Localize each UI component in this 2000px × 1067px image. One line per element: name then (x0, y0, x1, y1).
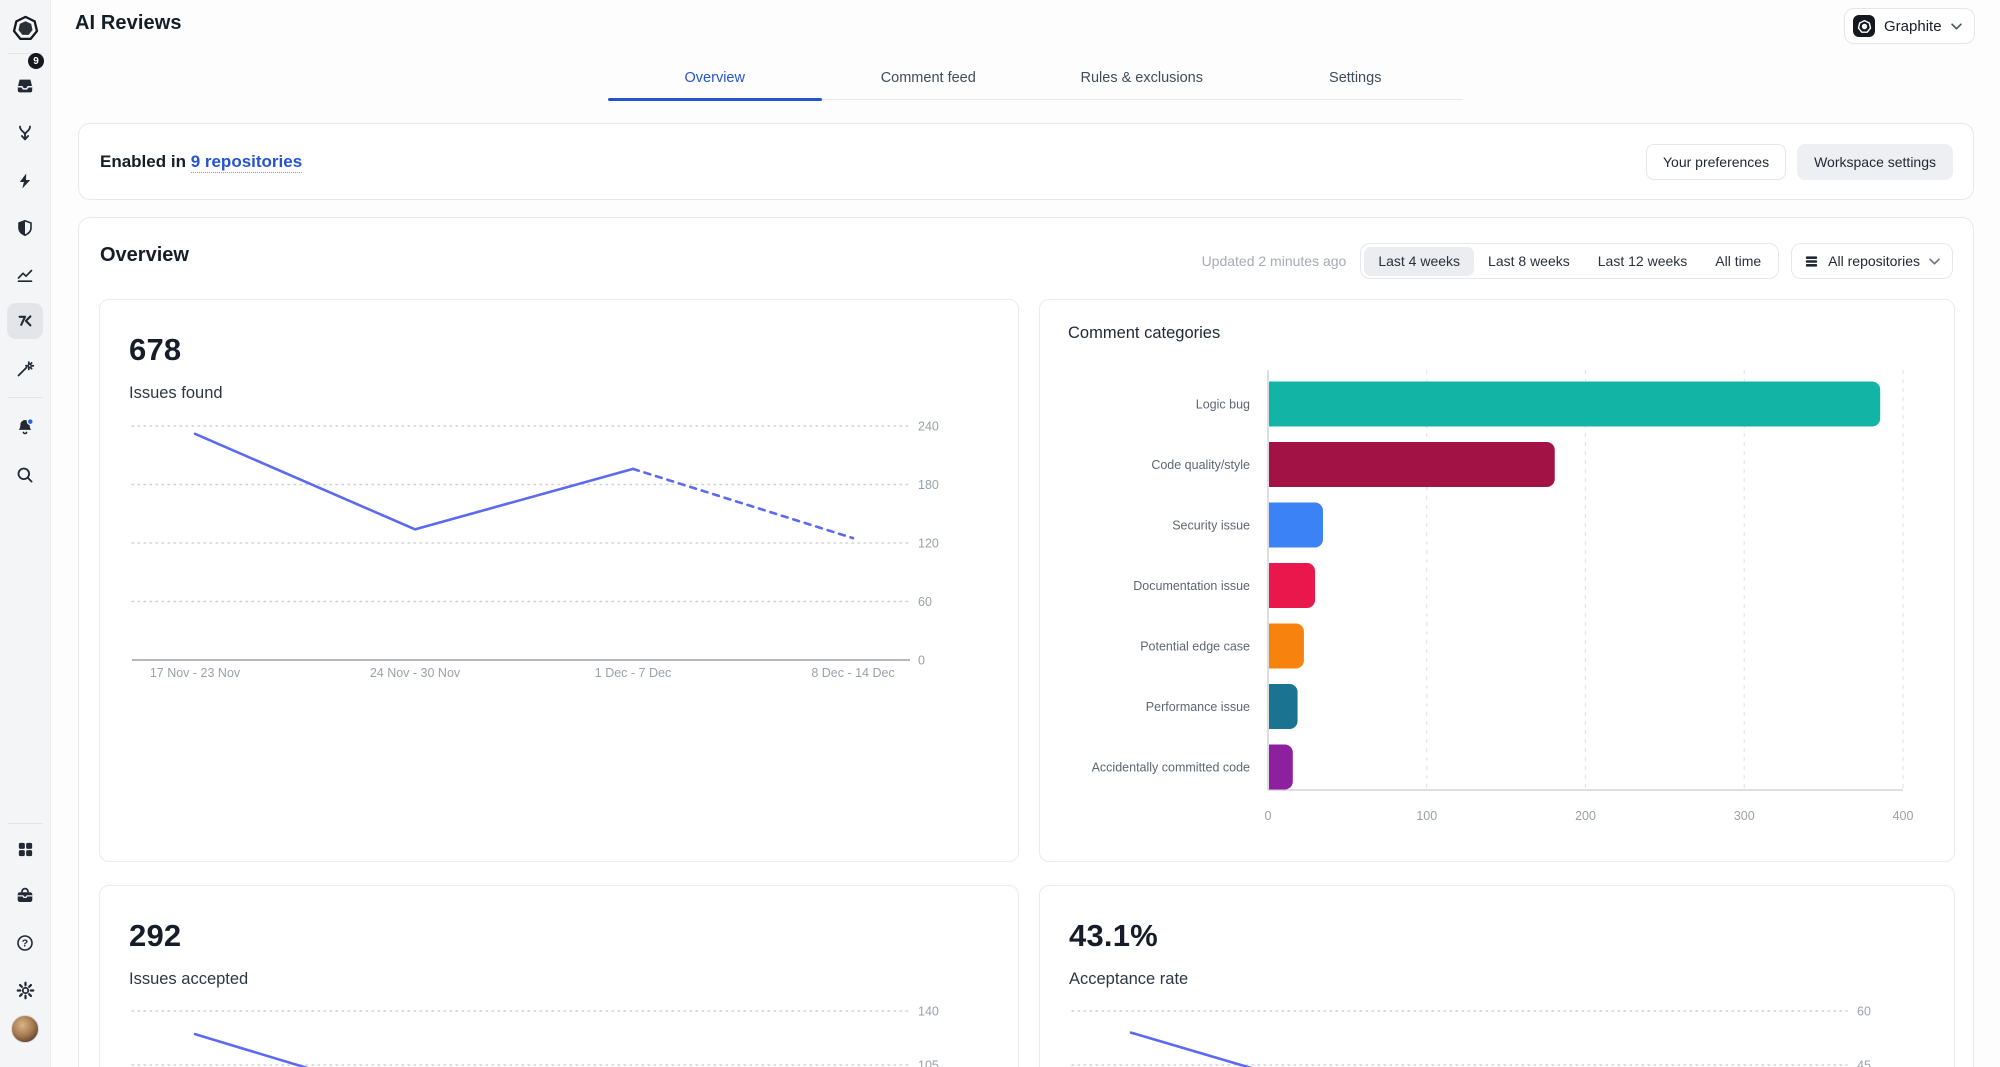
enabled-repositories-banner: Enabled in 9 repositories Your preferenc… (78, 123, 1974, 200)
acceptance-rate-line-chart: 60 45 (1071, 1005, 1871, 1067)
your-preferences-button[interactable]: Your preferences (1645, 143, 1787, 180)
comment-categories-bar-chart: 0 100 200 300 400 Logic bug Code quality/style… (1092, 370, 1914, 823)
range-last-8-weeks[interactable]: Last 8 weeks (1474, 247, 1584, 276)
graphite-logo-icon[interactable] (7, 10, 43, 46)
tab-bar: Overview Comment feed Rules & exclusions… (608, 56, 1463, 101)
workspace-name: Graphite (1884, 17, 1942, 35)
svg-text:Performance issue: Performance issue (1146, 700, 1250, 714)
workspace-switcher-button[interactable]: Graphite (1844, 8, 1975, 44)
svg-text:24 Nov - 30 Nov: 24 Nov - 30 Nov (370, 666, 461, 680)
svg-text:45: 45 (1857, 1059, 1871, 1067)
svg-text:Accidentally committed code: Accidentally committed code (1092, 761, 1250, 775)
svg-text:Logic bug: Logic bug (1196, 398, 1250, 412)
issues-accepted-card: 292 Issues accepted 140 105 (99, 885, 1019, 1067)
repositories-link[interactable]: 9 repositories (190, 151, 303, 173)
svg-text:200: 200 (1575, 809, 1596, 823)
ai-reviews-page: 9 ? AI Reviews Graphite Overview Comment… (0, 0, 2000, 1067)
workspace-settings-button[interactable]: Workspace settings (1797, 143, 1953, 180)
automations-icon[interactable] (7, 163, 43, 199)
sidebar: 9 ? (0, 0, 51, 1067)
repository-filter-value: All repositories (1828, 253, 1920, 269)
svg-text:140: 140 (918, 1005, 939, 1019)
svg-text:8 Dec - 14 Dec: 8 Dec - 14 Dec (811, 666, 894, 680)
merge-queue-icon[interactable] (7, 115, 43, 151)
graphite-mark-icon (1853, 15, 1875, 37)
svg-text:0: 0 (918, 654, 925, 668)
svg-text:120: 120 (918, 537, 939, 551)
inbox-badge: 9 (28, 53, 44, 69)
tab-rules-exclusions[interactable]: Rules & exclusions (1035, 56, 1249, 99)
insights-chart-icon[interactable] (7, 257, 43, 293)
svg-text:Documentation issue: Documentation issue (1133, 579, 1250, 593)
svg-text:Code quality/style: Code quality/style (1151, 458, 1250, 472)
sidebar-divider (8, 823, 43, 824)
tab-overview[interactable]: Overview (608, 56, 822, 101)
svg-text:Potential edge case: Potential edge case (1140, 640, 1250, 654)
sidebar-item-ai-reviews[interactable] (7, 303, 43, 339)
search-icon[interactable] (7, 457, 43, 493)
issues-found-line-chart: 240 180 120 60 0 17 Nov - 23 Nov 24 Nov - 30 N… (131, 420, 939, 680)
page-title: AI Reviews (75, 12, 182, 34)
enabled-text: Enabled in 9 repositories (100, 151, 303, 173)
settings-gear-icon[interactable] (7, 972, 43, 1008)
updated-timestamp: Updated 2 minutes ago (1201, 253, 1347, 269)
date-range-segmented-control: Last 4 weeks Last 8 weeks Last 12 weeks … (1360, 243, 1780, 279)
svg-text:100: 100 (1416, 809, 1437, 823)
overview-controls: Updated 2 minutes ago Last 4 weeks Last … (1202, 243, 1953, 279)
svg-text:180: 180 (918, 478, 939, 492)
svg-text:300: 300 (1734, 809, 1755, 823)
notifications-bell-icon[interactable] (7, 409, 43, 445)
repo-stack-icon (1806, 255, 1818, 267)
svg-text:60: 60 (918, 595, 932, 609)
acceptance-rate-card: 43.1% Acceptance rate 60 45 (1039, 885, 1955, 1067)
apps-grid-icon[interactable] (7, 831, 43, 867)
tab-settings[interactable]: Settings (1249, 56, 1463, 99)
assistant-wand-icon[interactable] (7, 351, 43, 387)
overview-title: Overview (100, 244, 189, 266)
repository-filter-dropdown[interactable]: All repositories (1791, 243, 1953, 279)
svg-text:105: 105 (918, 1059, 939, 1067)
workspace-briefcase-icon[interactable] (7, 878, 43, 914)
overview-section: Overview Updated 2 minutes ago Last 4 we… (78, 217, 1974, 1067)
svg-text:0: 0 (1265, 809, 1272, 823)
svg-text:240: 240 (918, 420, 939, 434)
sidebar-divider (8, 397, 43, 398)
svg-text:1 Dec - 7 Dec: 1 Dec - 7 Dec (595, 666, 671, 680)
tab-comment-feed[interactable]: Comment feed (822, 56, 1036, 99)
svg-text:60: 60 (1857, 1005, 1871, 1019)
range-all-time[interactable]: All time (1701, 247, 1775, 276)
issues-accepted-line-chart: 140 105 (131, 1005, 939, 1067)
security-shield-icon[interactable] (7, 210, 43, 246)
svg-text:17 Nov - 23 Nov: 17 Nov - 23 Nov (150, 666, 241, 680)
svg-text:Security issue: Security issue (1172, 519, 1250, 533)
svg-text:?: ? (22, 938, 28, 950)
range-last-4-weeks[interactable]: Last 4 weeks (1364, 246, 1475, 276)
profile-avatar[interactable] (11, 1015, 39, 1043)
range-last-12-weeks[interactable]: Last 12 weeks (1584, 247, 1702, 276)
chevron-down-icon (1950, 22, 1962, 30)
chevron-down-icon (1929, 257, 1940, 265)
svg-text:400: 400 (1893, 809, 1914, 823)
issues-found-card: 678 Issues found 240 180 120 60 0 17 Nov - 23… (99, 299, 1019, 862)
help-icon[interactable]: ? (7, 925, 43, 961)
comment-categories-card: Comment categories 0 100 200 300 400 Logic bu… (1039, 299, 1955, 862)
inbox-icon[interactable] (7, 68, 43, 104)
